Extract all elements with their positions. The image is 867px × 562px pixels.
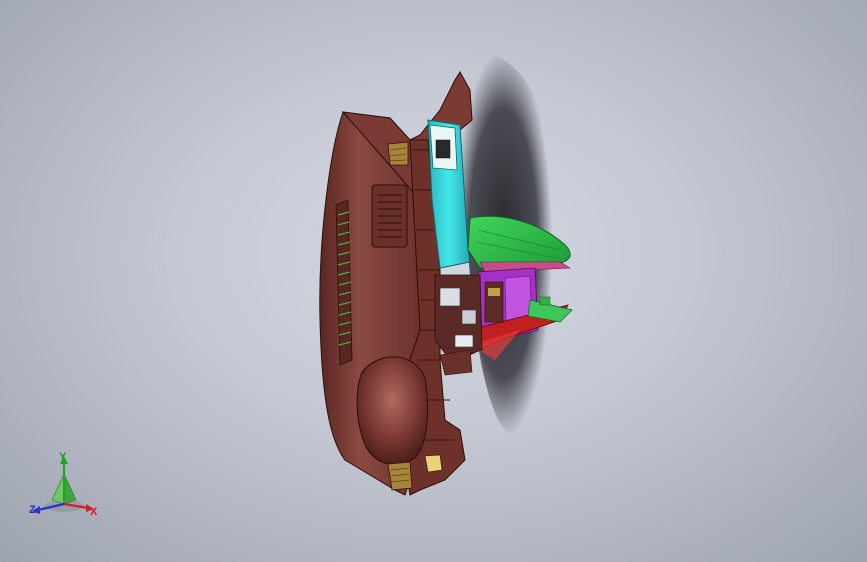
y-axis-label: Y (59, 451, 67, 463)
axis-triad[interactable]: Y Z X (22, 446, 112, 526)
green-tray-part[interactable] (467, 215, 572, 273)
cad-viewport[interactable]: Y Z X (0, 0, 867, 562)
lower-bowl[interactable] (356, 356, 429, 465)
z-axis-label: Z (29, 504, 36, 516)
vent-upper (387, 141, 409, 166)
dashboard-3d-model[interactable] (0, 0, 867, 562)
x-axis-label: X (90, 506, 98, 518)
